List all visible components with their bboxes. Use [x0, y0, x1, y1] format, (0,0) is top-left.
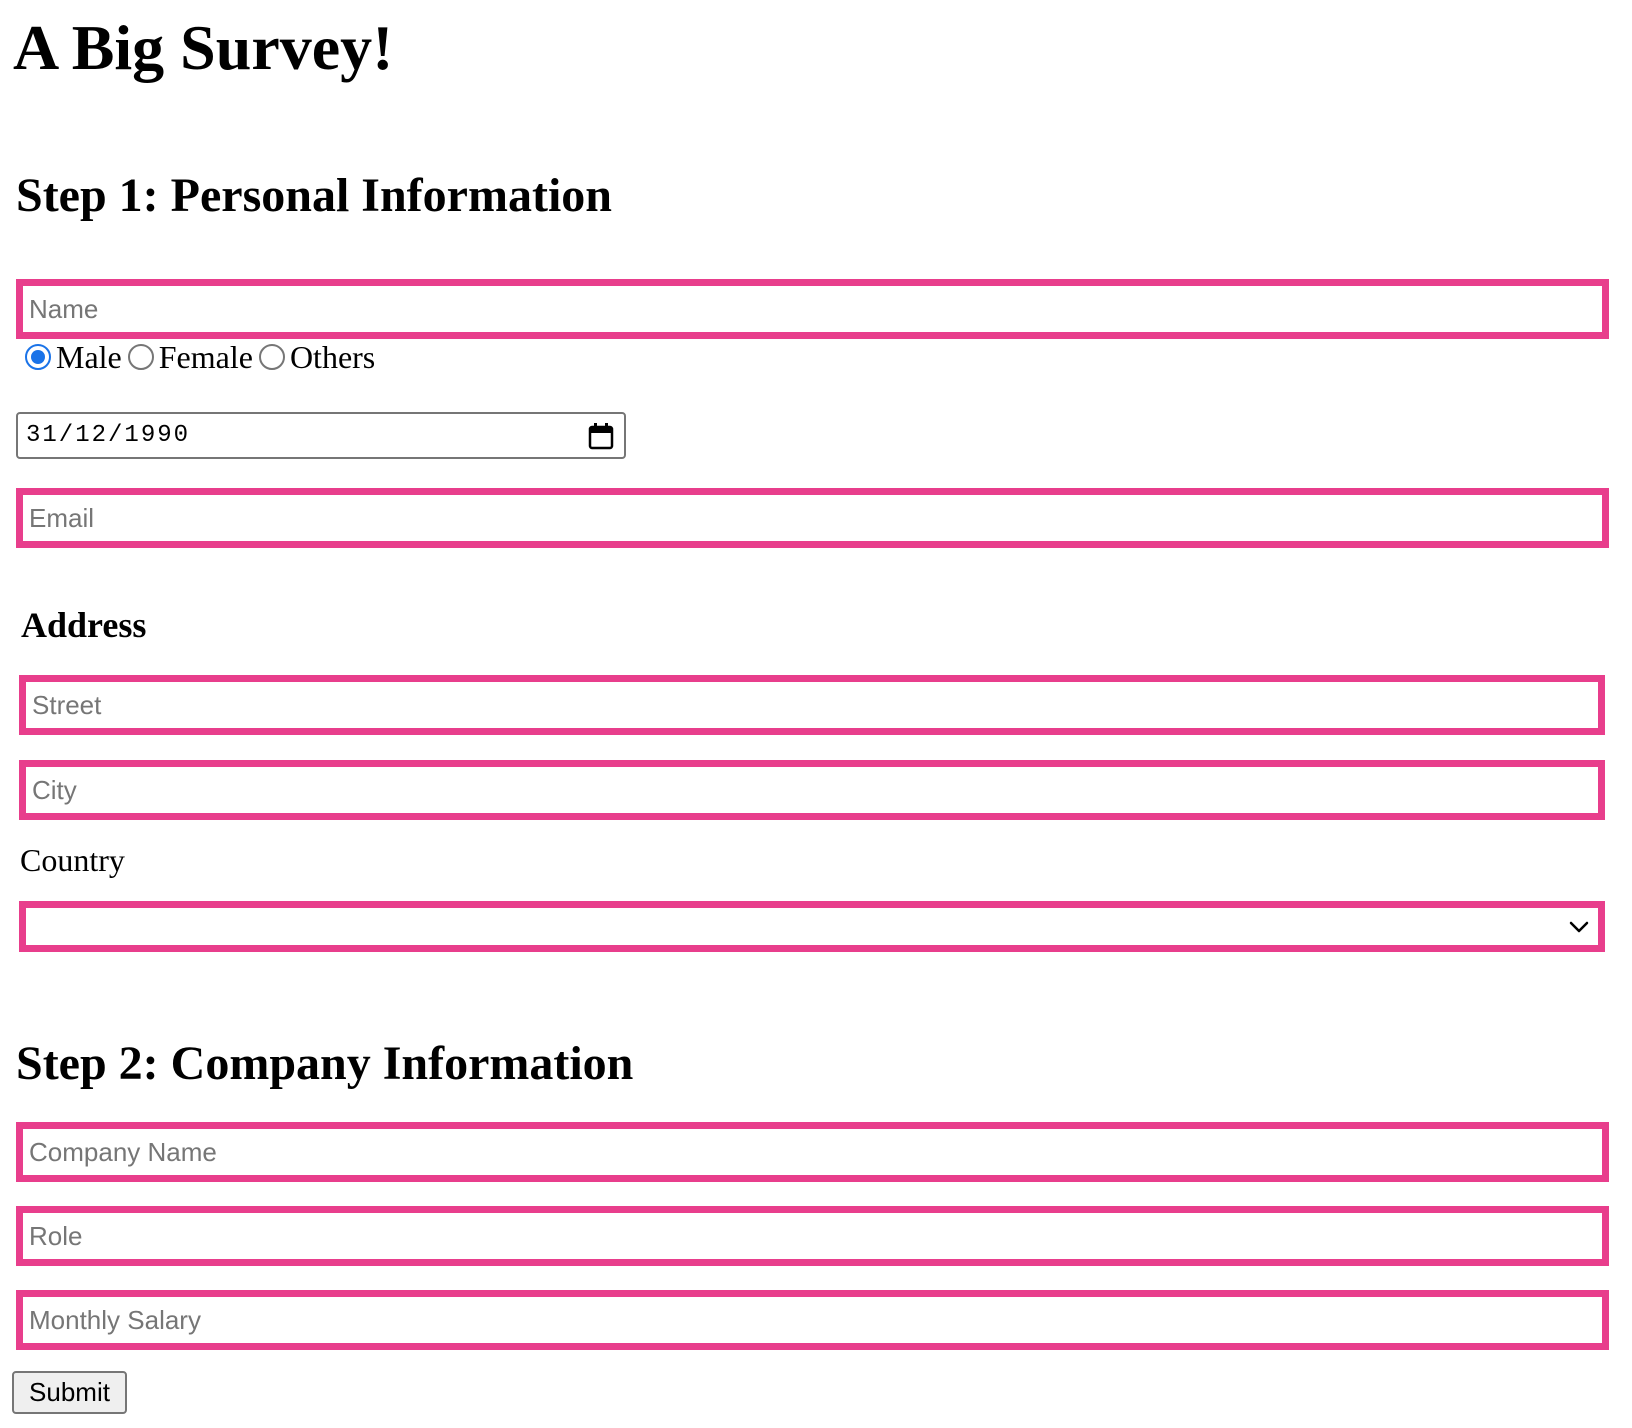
page-title: A Big Survey!: [13, 12, 394, 83]
gender-option-male[interactable]: Male: [25, 339, 122, 376]
email-input[interactable]: [16, 488, 1609, 548]
survey-page: A Big Survey! Step 1: Personal Informati…: [0, 0, 1632, 1428]
monthly-salary-input[interactable]: [16, 1290, 1609, 1350]
radio-female[interactable]: [127, 344, 154, 370]
gender-option-others[interactable]: Others: [258, 338, 376, 376]
address-title: Address: [21, 605, 147, 645]
gender-radio-group: Male Female Others: [25, 337, 381, 377]
gender-option-female[interactable]: Female: [127, 338, 253, 376]
name-input[interactable]: [16, 279, 1609, 339]
step1-title: Step 1: Personal Information: [16, 169, 612, 222]
city-input[interactable]: [19, 760, 1605, 820]
radio-male[interactable]: [25, 344, 51, 370]
step2-title: Step 2: Company Information: [16, 1037, 634, 1090]
company-name-input[interactable]: [16, 1122, 1609, 1182]
birth-date-value: 31/12/1990: [26, 422, 191, 449]
gender-label-female: Female: [158, 338, 253, 375]
role-input[interactable]: [16, 1206, 1609, 1266]
radio-others[interactable]: [258, 344, 285, 370]
country-select[interactable]: [19, 901, 1605, 952]
calendar-icon[interactable]: [588, 422, 614, 450]
street-input[interactable]: [19, 675, 1605, 735]
submit-button[interactable]: Submit: [12, 1371, 127, 1414]
gender-label-male: Male: [56, 338, 122, 375]
country-label: Country: [20, 842, 125, 878]
birth-date-input[interactable]: 31/12/1990: [16, 412, 626, 459]
chevron-down-icon: [1568, 917, 1590, 937]
gender-label-others: Others: [289, 338, 376, 375]
